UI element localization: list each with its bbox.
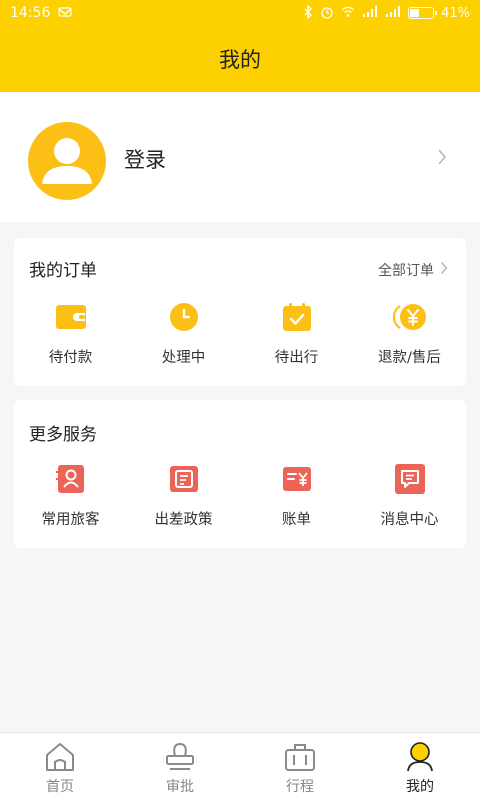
status-bar: 14:56 41% xyxy=(0,0,480,26)
tab-itinerary[interactable]: 行程 xyxy=(240,733,360,800)
service-message-center[interactable]: 消息中心 xyxy=(353,462,466,529)
tab-mine[interactable]: 我的 xyxy=(360,733,480,800)
bill-icon xyxy=(280,462,314,496)
chevron-right-icon xyxy=(437,148,447,170)
orders-title: 我的订单 xyxy=(29,261,97,281)
order-processing[interactable]: 处理中 xyxy=(127,300,240,367)
service-travel-policy[interactable]: 出差政策 xyxy=(127,462,240,529)
order-pending-payment[interactable]: 待付款 xyxy=(14,300,127,367)
services-grid: 常用旅客 出差政策 账单 消息中心 xyxy=(14,462,466,529)
tab-home[interactable]: 首页 xyxy=(0,733,120,800)
tab-label: 我的 xyxy=(406,779,434,795)
order-upcoming-trip[interactable]: 待出行 xyxy=(240,300,353,367)
order-refund[interactable]: 退款/售后 xyxy=(353,300,466,367)
suitcase-icon xyxy=(283,741,317,773)
status-time: 14:56 xyxy=(10,5,51,21)
services-card: 更多服务 常用旅客 出差政策 账单 消息中心 xyxy=(14,400,466,548)
bottom-tab-bar: 首页 审批 行程 我的 xyxy=(0,732,480,800)
traveler-icon xyxy=(54,462,88,496)
tab-label: 审批 xyxy=(166,779,194,795)
battery-icon xyxy=(408,7,438,19)
header-bar: 我的 xyxy=(0,26,480,92)
bluetooth-icon xyxy=(303,4,313,21)
tab-label: 首页 xyxy=(46,779,74,795)
profile-login-row[interactable]: 登录 xyxy=(0,92,480,222)
service-item-label: 常用旅客 xyxy=(41,512,100,528)
services-title: 更多服务 xyxy=(29,425,97,445)
order-item-label: 待出行 xyxy=(274,350,319,366)
signal-icon-1 xyxy=(362,6,378,20)
notification-icon xyxy=(58,7,72,19)
message-icon xyxy=(393,462,427,496)
orders-card: 我的订单 全部订单 待付款 处理中 待出行 退款/售后 xyxy=(14,238,466,386)
home-icon xyxy=(43,741,77,773)
wifi-icon xyxy=(341,6,355,20)
all-orders-link[interactable]: 全部订单 xyxy=(378,260,448,280)
alarm-icon xyxy=(320,5,334,21)
order-item-label: 退款/售后 xyxy=(378,350,441,366)
service-item-label: 出差政策 xyxy=(154,512,213,528)
order-item-label: 处理中 xyxy=(161,350,206,366)
order-item-label: 待付款 xyxy=(48,350,93,366)
login-label[interactable]: 登录 xyxy=(124,144,166,174)
chevron-right-icon xyxy=(440,261,448,279)
tab-label: 行程 xyxy=(286,779,314,795)
calendar-check-icon xyxy=(280,300,314,334)
refund-icon xyxy=(392,300,427,334)
user-icon xyxy=(403,741,437,773)
avatar[interactable] xyxy=(28,122,106,200)
clock-icon xyxy=(167,300,201,334)
orders-grid: 待付款 处理中 待出行 退款/售后 xyxy=(14,300,466,367)
service-item-label: 账单 xyxy=(282,512,311,528)
service-item-label: 消息中心 xyxy=(380,512,439,528)
approval-icon xyxy=(163,741,197,773)
service-bill[interactable]: 账单 xyxy=(240,462,353,529)
signal-icon-2 xyxy=(385,6,401,20)
service-frequent-travelers[interactable]: 常用旅客 xyxy=(14,462,127,529)
tab-approval[interactable]: 审批 xyxy=(120,733,240,800)
wallet-icon xyxy=(54,300,88,334)
all-orders-label[interactable]: 全部订单 xyxy=(378,260,434,280)
page-title: 我的 xyxy=(219,48,261,72)
user-avatar-icon xyxy=(42,138,92,184)
battery-percent: 41% xyxy=(441,5,470,21)
policy-icon xyxy=(167,462,201,496)
